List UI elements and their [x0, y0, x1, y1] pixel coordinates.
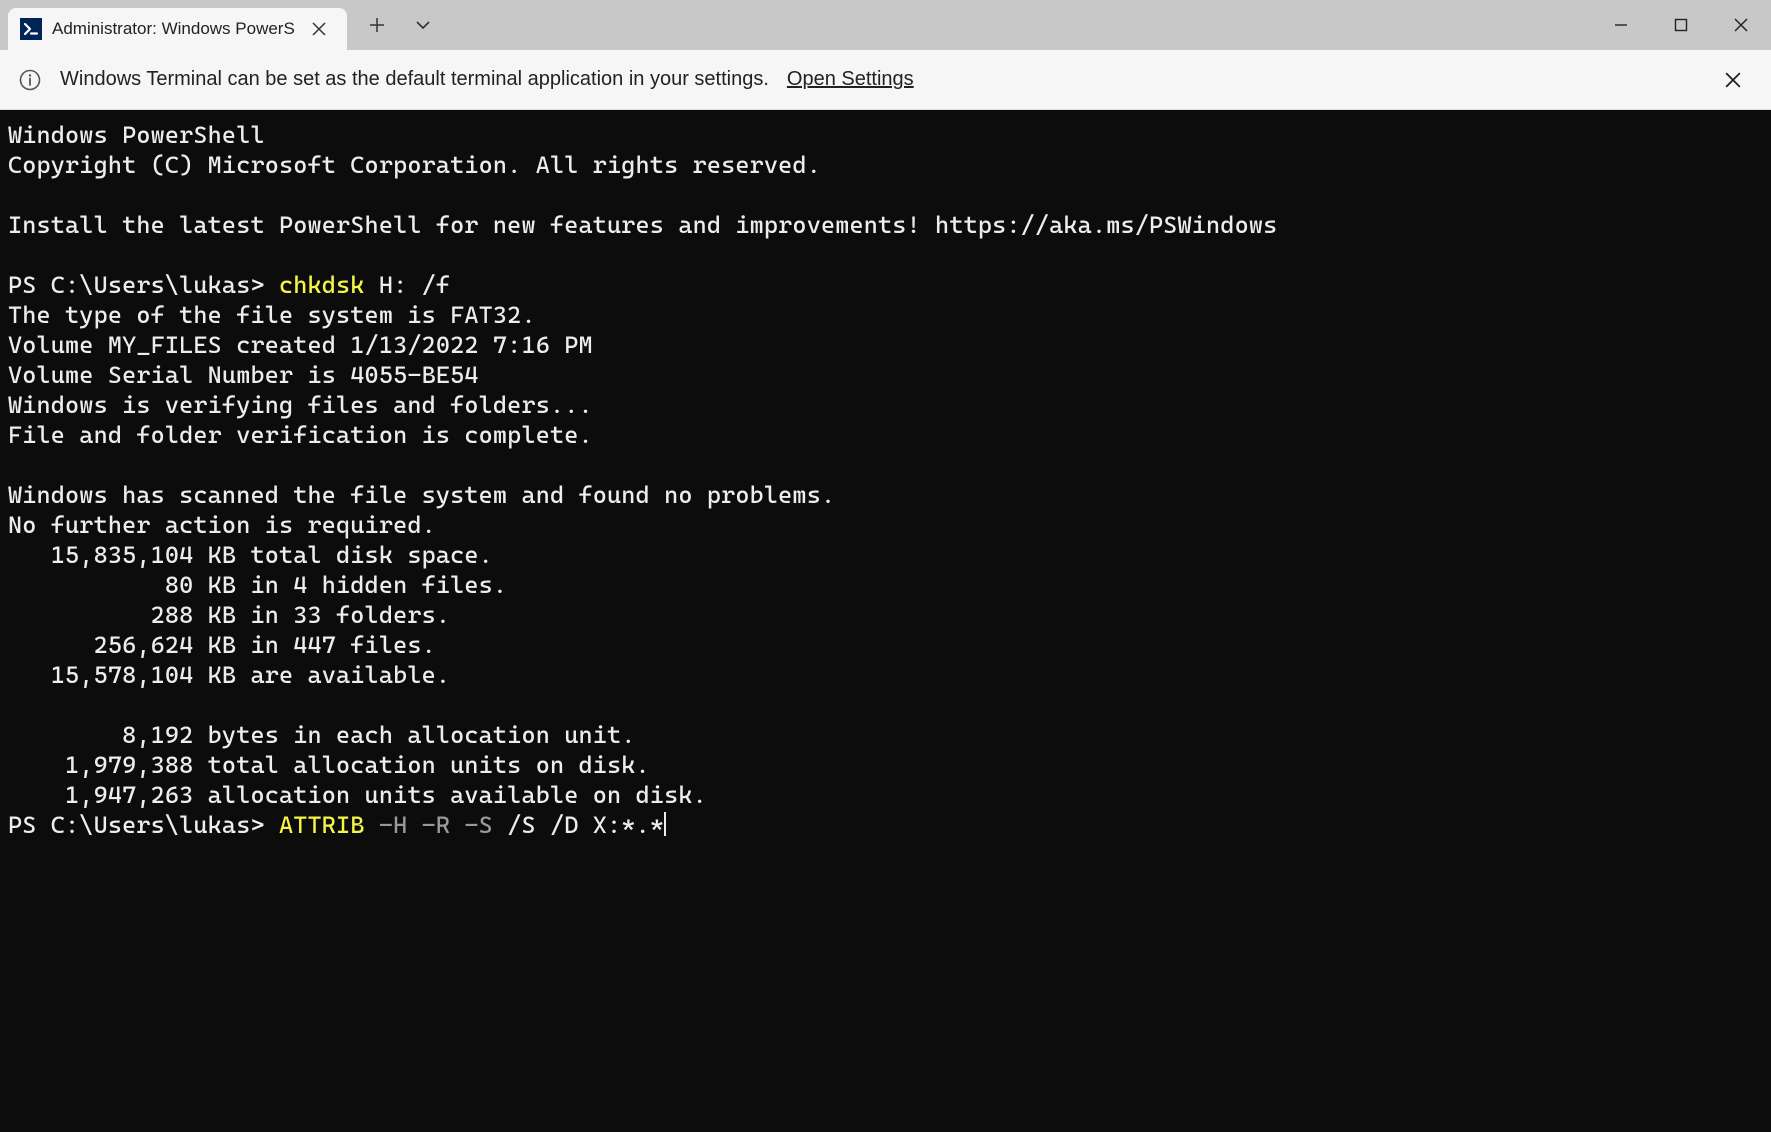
terminal-line: PS C:\Users\lukas> ATTRIB -H -R -S /S /D…	[8, 810, 1763, 840]
tab-close-button[interactable]	[305, 15, 333, 43]
terminal-line	[8, 180, 1763, 210]
infobar-close-button[interactable]	[1713, 60, 1753, 100]
tab-dropdown-button[interactable]	[401, 3, 445, 47]
maximize-button[interactable]	[1651, 0, 1711, 50]
terminal-line: PS C:\Users\lukas> chkdsk H: /f	[8, 270, 1763, 300]
terminal-line: The type of the file system is FAT32.	[8, 300, 1763, 330]
terminal-line	[8, 690, 1763, 720]
titlebar-drag-area[interactable]	[445, 0, 1591, 50]
cursor	[664, 812, 666, 836]
terminal-line: Windows PowerShell	[8, 120, 1763, 150]
terminal-line: Volume MY_FILES created 1/13/2022 7:16 P…	[8, 330, 1763, 360]
command-name: ATTRIB	[279, 811, 365, 839]
terminal-line: Windows is verifying files and folders..…	[8, 390, 1763, 420]
terminal-line: Volume Serial Number is 4055-BE54	[8, 360, 1763, 390]
infobar-message: Windows Terminal can be set as the defau…	[60, 68, 769, 91]
terminal-line: 256,624 KB in 447 files.	[8, 630, 1763, 660]
terminal-line: 80 KB in 4 hidden files.	[8, 570, 1763, 600]
terminal-line: File and folder verification is complete…	[8, 420, 1763, 450]
terminal-line: No further action is required.	[8, 510, 1763, 540]
terminal-line	[8, 240, 1763, 270]
terminal-line: 15,578,104 KB are available.	[8, 660, 1763, 690]
info-icon	[18, 68, 42, 92]
powershell-icon	[20, 18, 42, 40]
minimize-button[interactable]	[1591, 0, 1651, 50]
terminal-line: 288 KB in 33 folders.	[8, 600, 1763, 630]
infobar: Windows Terminal can be set as the defau…	[0, 50, 1771, 110]
tabstrip: Administrator: Windows PowerS	[0, 0, 347, 50]
terminal-line: 1,979,388 total allocation units on disk…	[8, 750, 1763, 780]
terminal-line: 15,835,104 KB total disk space.	[8, 540, 1763, 570]
prompt: PS C:\Users\lukas>	[8, 811, 279, 839]
titlebar: Administrator: Windows PowerS	[0, 0, 1771, 50]
tab-powershell[interactable]: Administrator: Windows PowerS	[8, 8, 347, 50]
tab-actions	[347, 0, 445, 50]
command-args: H: /f	[365, 271, 451, 299]
terminal-line	[8, 450, 1763, 480]
command-args: /S /D X:*.*	[493, 811, 664, 839]
terminal-line: Copyright (C) Microsoft Corporation. All…	[8, 150, 1763, 180]
terminal[interactable]: Windows PowerShellCopyright (C) Microsof…	[0, 110, 1771, 1132]
command-name: chkdsk	[279, 271, 365, 299]
terminal-line: Install the latest PowerShell for new fe…	[8, 210, 1763, 240]
terminal-line: Windows has scanned the file system and …	[8, 480, 1763, 510]
terminal-line: 1,947,263 allocation units available on …	[8, 780, 1763, 810]
command-flags: -H -R -S	[365, 811, 493, 839]
terminal-line: 8,192 bytes in each allocation unit.	[8, 720, 1763, 750]
prompt: PS C:\Users\lukas>	[8, 271, 279, 299]
new-tab-button[interactable]	[355, 3, 399, 47]
window-controls	[1591, 0, 1771, 50]
window-close-button[interactable]	[1711, 0, 1771, 50]
open-settings-link[interactable]: Open Settings	[787, 68, 914, 91]
tab-title: Administrator: Windows PowerS	[52, 19, 295, 39]
